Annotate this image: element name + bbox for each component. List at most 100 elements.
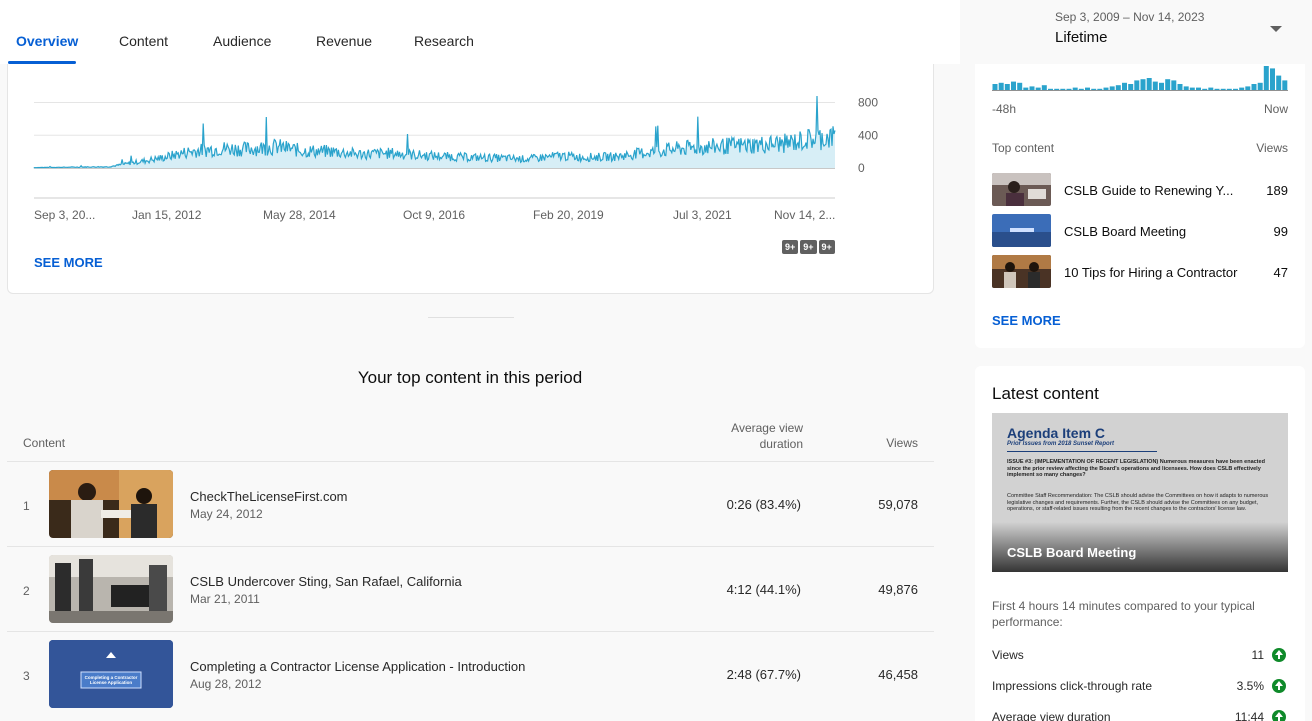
tab-content[interactable]: Content [119, 33, 168, 49]
marker-badge[interactable]: 9+ [800, 240, 817, 254]
date-range-label: Lifetime [1055, 29, 1108, 46]
realtime-bar [1085, 87, 1090, 90]
realtime-see-more-link[interactable]: SEE MORE [992, 313, 1061, 328]
row-rank: 3 [23, 669, 30, 683]
realtime-bar [1134, 80, 1140, 90]
realtime-item[interactable]: CSLB Board Meeting 99 [992, 214, 1288, 248]
realtime-bar [1226, 88, 1232, 90]
realtime-item[interactable]: CSLB Guide to Renewing Y... 189 [992, 173, 1288, 207]
realtime-bar [1208, 87, 1214, 90]
video-thumbnail [992, 214, 1051, 247]
realtime-axis-end: Now [1263, 102, 1288, 116]
video-markers: 9+ 9+ 9+ [782, 240, 835, 254]
metric-label: Views [992, 648, 1024, 662]
latest-content-title: Latest content [992, 384, 1099, 403]
video-title[interactable]: CSLB Undercover Sting, San Rafael, Calif… [190, 574, 462, 589]
table-row[interactable]: 1 CheckTheLicenseFirst.com May 24, 2012 … [7, 461, 934, 545]
x-tick-label: Sep 3, 20... [34, 208, 95, 222]
row-rank: 2 [23, 584, 30, 598]
realtime-bar [1011, 81, 1016, 90]
metric-label: Impressions click-through rate [992, 679, 1153, 693]
column-header-views[interactable]: Views [886, 436, 918, 450]
video-title[interactable]: Completing a Contractor License Applicat… [190, 659, 525, 674]
realtime-bar [1282, 80, 1288, 90]
divider [428, 317, 514, 318]
tab-overview[interactable]: Overview [16, 33, 78, 49]
video-thumbnail [992, 173, 1051, 206]
video-title[interactable]: CheckTheLicenseFirst.com [190, 489, 348, 504]
metric-value: 11:44 [1234, 710, 1264, 721]
x-tick-label: Oct 9, 2016 [403, 208, 465, 222]
realtime-bar [1233, 88, 1238, 90]
realtime-bar [1239, 87, 1245, 90]
realtime-bar [1146, 78, 1152, 90]
realtime-item[interactable]: 10 Tips for Hiring a Contractor 47 [992, 255, 1288, 289]
table-row[interactable]: 3 Completing a Contractor License Applic… [7, 631, 934, 715]
video-thumbnail[interactable] [49, 470, 173, 538]
realtime-bar [1159, 82, 1164, 90]
realtime-bar [1054, 88, 1060, 90]
realtime-bar [1048, 88, 1053, 90]
realtime-bar [998, 82, 1004, 90]
up-arrow-icon [1272, 710, 1286, 721]
realtime-bar [1220, 88, 1226, 90]
tab-audience[interactable]: Audience [213, 33, 271, 49]
realtime-bar [1140, 79, 1146, 90]
views-header: Views [1256, 141, 1288, 155]
latest-video-title: CSLB Board Meeting [1007, 545, 1137, 560]
realtime-card: -48h Now Top content Views CSLB Guide to… [975, 64, 1305, 348]
top-content-header: Top content [992, 141, 1055, 155]
marker-badge[interactable]: 9+ [782, 240, 799, 254]
x-tick-label: May 28, 2014 [263, 208, 336, 222]
realtime-bar [1276, 75, 1282, 90]
realtime-bar [1270, 68, 1275, 90]
realtime-bar [1017, 82, 1023, 90]
tab-research[interactable]: Research [414, 33, 474, 49]
realtime-bar [1103, 87, 1109, 90]
date-range-dates: Sep 3, 2009 – Nov 14, 2023 [1055, 10, 1205, 24]
metric-row: Average view duration 11:44 [992, 710, 1288, 721]
table-row[interactable]: 2 CSLB Undercover Sting, San Rafael, Cal… [7, 546, 934, 630]
y-tick-label: 0 [858, 161, 865, 175]
realtime-bar [1202, 88, 1208, 90]
chart-see-more-link[interactable]: SEE MORE [34, 255, 103, 270]
video-avd: 4:12 (44.1%) [726, 582, 801, 597]
video-avd: 2:48 (67.7%) [726, 667, 801, 682]
views-chart: 800 400 0 Sep 3, 20... Jan 15, 2012 May 28, 2… [33, 96, 878, 222]
realtime-item-title: CSLB Board Meeting [1064, 224, 1187, 239]
realtime-bar [1257, 82, 1263, 90]
row-rank: 1 [23, 499, 30, 513]
realtime-item-views: 47 [1273, 265, 1288, 280]
video-views: 46,458 [878, 667, 918, 682]
realtime-bar [1122, 82, 1127, 90]
tab-revenue[interactable]: Revenue [316, 33, 372, 49]
video-views: 49,876 [878, 582, 918, 597]
realtime-bar [1109, 86, 1115, 90]
video-thumbnail[interactable]: Completing a Contractor License Applicat… [49, 640, 173, 708]
realtime-bar [1115, 85, 1121, 90]
latest-video-thumbnail[interactable]: Agenda Item C Prior Issues from 2018 Sun… [992, 413, 1288, 572]
y-tick-label: 800 [858, 96, 878, 110]
thumbnail-caption: Completing a Contractor License Applicat… [84, 675, 138, 685]
metric-value: 3.5% [1236, 679, 1264, 693]
realtime-bar [1029, 86, 1035, 90]
latest-content-card: Latest content Agenda Item C Prior Issue… [975, 366, 1305, 721]
realtime-bar [1078, 88, 1084, 90]
x-tick-label: Nov 14, 2... [774, 208, 835, 222]
metric-value: 11 [1251, 648, 1264, 662]
video-thumbnail[interactable] [49, 555, 173, 623]
column-header-avd[interactable]: Average view duration [713, 420, 803, 452]
video-date: May 24, 2012 [190, 507, 263, 521]
realtime-bar [1097, 88, 1103, 90]
x-tick-label: Jan 15, 2012 [132, 208, 202, 222]
realtime-bar [1041, 85, 1047, 90]
up-arrow-icon [1272, 679, 1286, 693]
realtime-bar [1072, 87, 1078, 90]
date-range-selector[interactable]: Sep 3, 2009 – Nov 14, 2023 Lifetime [1055, 6, 1295, 56]
marker-badge[interactable]: 9+ [818, 240, 835, 254]
realtime-item-views: 189 [1266, 183, 1288, 198]
up-arrow-icon [1272, 648, 1286, 662]
column-header-content[interactable]: Content [23, 436, 65, 450]
thumb-paragraph: ISSUE #3: (IMPLEMENTATION OF RECENT LEGI… [1007, 459, 1265, 478]
metric-label: Average view duration [992, 710, 1111, 721]
